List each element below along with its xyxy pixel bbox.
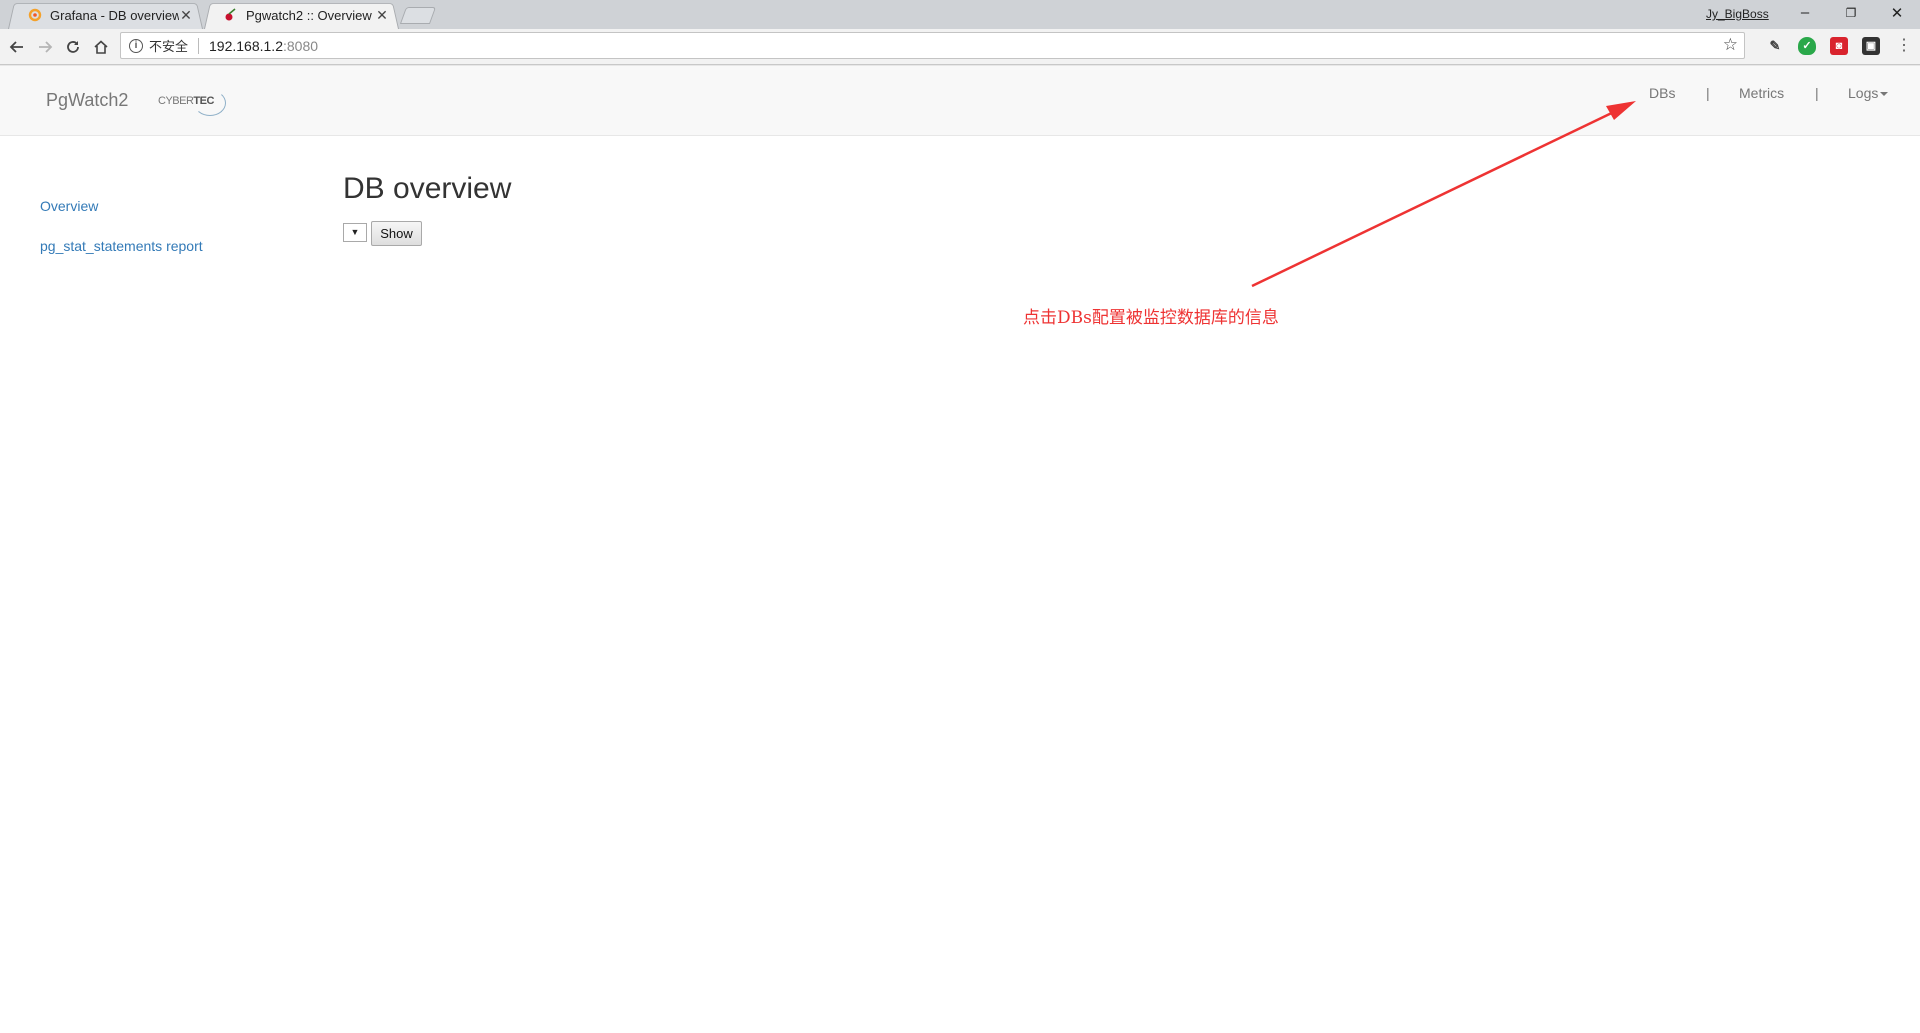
browser-toolbar: i 不安全 192.168.1.2:8080 ☆ ✎ ✓ ◙ ▣ ⋮	[0, 29, 1920, 65]
nav-logs-label: Logs	[1848, 85, 1879, 101]
annotation-arrow	[1251, 101, 1636, 288]
tab-pgwatch2[interactable]: Pgwatch2 :: Overview ✕	[204, 1, 399, 29]
tab-title: Pgwatch2 :: Overview	[246, 7, 372, 23]
security-label[interactable]: 不安全	[149, 36, 188, 55]
minimize-icon[interactable]: –	[1782, 4, 1828, 21]
new-tab-button[interactable]	[399, 7, 437, 24]
browser-menu-icon[interactable]: ⋮	[1896, 36, 1912, 56]
chevron-down-icon	[1880, 92, 1889, 97]
address-bar[interactable]: i 不安全 192.168.1.2:8080 ☆	[120, 32, 1745, 59]
tab-title: Grafana - DB overview	[50, 7, 179, 23]
restore-icon[interactable]: ❐	[1828, 6, 1874, 20]
profile-name[interactable]: Jy_BigBoss	[1706, 7, 1769, 21]
url-port: :8080	[282, 37, 319, 54]
db-select[interactable]: ▼	[343, 223, 367, 242]
tab-grafana[interactable]: Grafana - DB overview ✕	[8, 1, 203, 29]
sidebar-item-overview[interactable]: Overview	[40, 198, 98, 214]
bookmark-star-icon[interactable]: ☆	[1723, 35, 1738, 55]
address-separator	[198, 37, 200, 54]
page-title: DB overview	[343, 172, 512, 205]
extension-badge-icon[interactable]: ▣	[1862, 37, 1880, 55]
pgwatch-favicon-icon	[224, 8, 238, 22]
top-navbar: PgWatch2 CYBERTEC DBs | Metrics | Logs	[0, 65, 1920, 136]
extension-bird-icon[interactable]: ✎	[1766, 37, 1784, 55]
home-icon[interactable]	[89, 35, 113, 59]
nav-dbs[interactable]: DBs	[1649, 85, 1675, 101]
nav-logs-dropdown[interactable]: Logs	[1848, 85, 1889, 101]
cybertec-logo: CYBERTEC	[156, 88, 230, 118]
tab-close-icon[interactable]: ✕	[375, 7, 389, 24]
extension-red-icon[interactable]: ◙	[1830, 37, 1848, 55]
back-icon[interactable]	[5, 35, 29, 59]
nav-separator: |	[1815, 85, 1819, 101]
url-host: 192.168.1.2	[209, 37, 283, 54]
tab-close-icon[interactable]: ✕	[179, 7, 193, 24]
window-close-icon[interactable]: ✕	[1874, 4, 1920, 22]
info-icon[interactable]: i	[129, 38, 143, 53]
extension-shield-icon[interactable]: ✓	[1798, 37, 1816, 55]
nav-metrics[interactable]: Metrics	[1739, 85, 1784, 101]
show-button[interactable]: Show	[371, 221, 422, 246]
brand-title[interactable]: PgWatch2	[46, 90, 128, 111]
annotation-text: 点击DBs配置被监控数据库的信息	[1023, 308, 1279, 328]
forward-icon[interactable]	[33, 35, 57, 59]
grafana-favicon-icon	[28, 8, 42, 22]
browser-tab-strip: Grafana - DB overview ✕ Pgwatch2 :: Over…	[0, 0, 1920, 29]
nav-separator: |	[1706, 85, 1710, 101]
reload-icon[interactable]	[61, 35, 85, 59]
sidebar-item-pg-stat-statements[interactable]: pg_stat_statements report	[40, 238, 203, 254]
